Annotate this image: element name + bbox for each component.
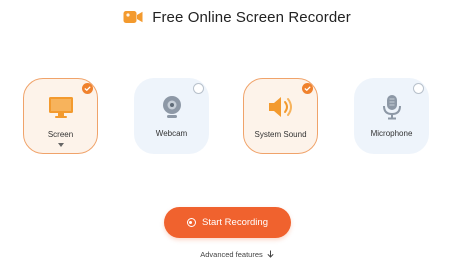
source-card-system-sound[interactable]: System Sound [243,78,318,154]
source-card-webcam[interactable]: Webcam [134,78,209,154]
header-content: Free Online Screen Recorder [123,9,351,26]
video-camera-icon [123,11,143,23]
microphone-icon [382,95,401,120]
radio-circle-icon[interactable] [413,83,424,94]
webcam-icon [162,96,181,118]
source-label-screen: Screen [47,130,74,139]
source-label-system-sound: System Sound [254,130,307,139]
app-title: Free Online Screen Recorder [152,8,351,26]
source-label-microphone: Microphone [370,129,413,138]
speaker-icon [268,97,292,117]
chevron-down-icon[interactable] [57,143,64,147]
source-card-screen[interactable]: Screen [23,78,98,154]
start-recording-label: Start Recording [201,217,268,228]
start-recording-button[interactable]: Start Recording [164,207,291,238]
radio-circle-icon[interactable] [193,83,204,94]
checkmark-icon[interactable] [302,83,313,94]
arrow-down-icon [267,250,274,258]
checkmark-icon[interactable] [82,83,93,94]
record-icon [186,218,196,227]
source-cards: Screen Webcam System Sound Microphone [0,78,474,156]
source-card-microphone[interactable]: Microphone [354,78,429,154]
monitor-icon [48,97,73,118]
advanced-features-link[interactable]: Advanced features [0,248,474,260]
source-label-webcam: Webcam [155,129,188,138]
advanced-features-label: Advanced features [200,249,263,259]
app-header: Free Online Screen Recorder [0,0,474,34]
